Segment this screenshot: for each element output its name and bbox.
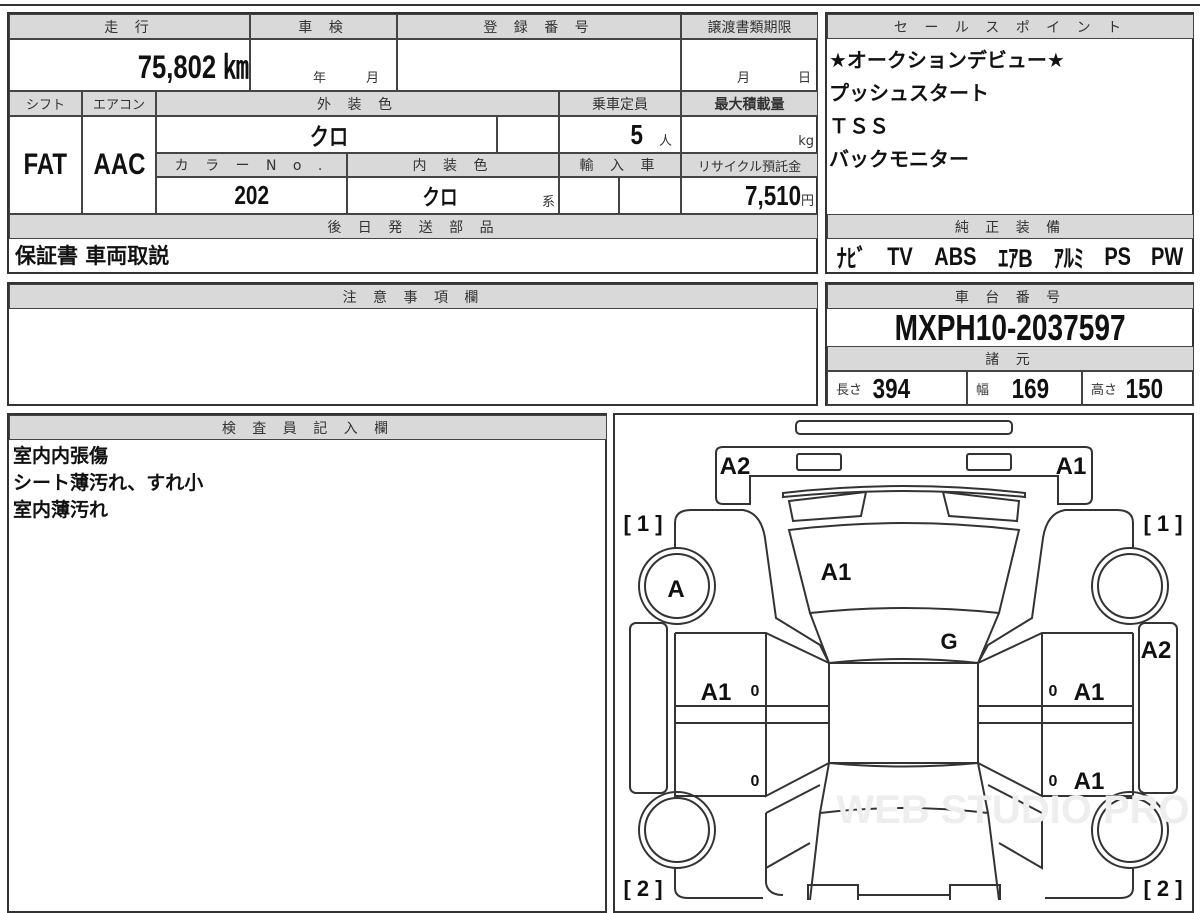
inspection-month-unit: 月 [366, 71, 380, 86]
side-step-left [629, 622, 668, 794]
import-cell-1 [559, 177, 619, 214]
inspector-panel: 検 査 員 記 入 欄 室内内張傷 シート薄汚れ、すれ小 室内薄汚れ [7, 413, 607, 913]
color-no-value: 202 [234, 180, 269, 210]
top-strip [0, 0, 1200, 6]
rear-spoiler [795, 420, 1013, 435]
inspector-note: シート薄汚れ、すれ小 [13, 472, 204, 494]
equipment-list: ﾅﾋﾞ TV ABS ｴｱB ｱﾙﾐ PS PW [827, 240, 1194, 274]
front-bumper [715, 446, 1093, 505]
notes-panel: 注 意 事 項 欄 [7, 282, 818, 406]
damage-mark: A1 [1056, 453, 1087, 480]
inspection-header: 車 検 [250, 14, 397, 39]
height-label: 高さ [1091, 383, 1118, 398]
shift-value: FAT [23, 148, 68, 181]
later-parts-header: 後 日 発 送 部 品 [9, 214, 818, 239]
interior-color-header: 内 装 色 [347, 153, 559, 177]
left-body [674, 509, 830, 899]
inspector-note: 室内薄汚れ [13, 499, 109, 521]
transfer-month-unit: 月 [737, 71, 751, 86]
registration-value [397, 39, 681, 91]
height-value: 150 [1125, 372, 1164, 404]
sales-points-header: セ ー ル ス ポ イ ン ト [827, 14, 1194, 39]
car-damage-diagram: WEB STUDIO PRO A2 A1[ 1 ][ 1 ] A1 A G A2 A1 0 0 A… [613, 413, 1194, 913]
equipment-item: PS [1104, 242, 1131, 271]
ac-header: エアコン [82, 91, 156, 116]
inspector-header: 検 査 員 記 入 欄 [9, 415, 607, 440]
right-body [977, 509, 1134, 899]
damage-mark: 0 [751, 773, 760, 790]
equipment-header: 純 正 装 備 [827, 214, 1194, 239]
equipment-item: ﾅﾋﾞ [837, 245, 868, 273]
damage-mark: A1 [701, 679, 732, 706]
chassis-number: MXPH10-2037597 [894, 306, 1127, 348]
transfer-day-unit: 日 [798, 71, 812, 86]
inspector-note: 室内内張傷 [13, 445, 109, 467]
damage-mark: [ 1 ] [623, 511, 662, 536]
specs-header: 諸 元 [827, 346, 1194, 371]
capacity-unit: 人 [658, 134, 672, 149]
grille [782, 485, 1026, 523]
capacity-header: 乗車定員 [559, 91, 681, 116]
sales-point-item: ★オークションデビュー★ [829, 48, 1065, 72]
length-label: 長さ [836, 383, 863, 398]
notes-header: 注 意 事 項 欄 [9, 284, 818, 309]
exterior-color-value: クロ [309, 124, 349, 151]
rear-bumper [807, 884, 1001, 900]
sales-points-panel: セ ー ル ス ポ イ ン ト ★オークションデビュー★ プッシュスタート ＴＳ… [825, 12, 1194, 274]
exterior-color-header: 外 装 色 [156, 91, 559, 116]
equipment-item: ABS [934, 242, 977, 271]
damage-mark: [ 1 ] [1143, 511, 1182, 536]
damage-mark: [ 2 ] [1143, 876, 1182, 900]
sales-point-item: プッシュスタート [829, 81, 989, 105]
ac-value: AAC [93, 148, 145, 181]
max-load-header: 最大積載量 [681, 91, 818, 116]
damage-mark: A2 [1141, 637, 1172, 664]
damage-mark: [ 2 ] [623, 876, 662, 900]
equipment-item: PW [1151, 242, 1184, 271]
equipment-item: ｱﾙﾐ [1054, 245, 1085, 273]
later-parts-value: 保証書 車両取説 [15, 244, 170, 268]
damage-mark: 0 [751, 683, 760, 700]
damage-mark: A [667, 576, 684, 603]
recycle-fee-value: 7,510 [744, 179, 801, 211]
sales-point-item: ＴＳＳ [829, 114, 889, 138]
width-label: 幅 [976, 383, 990, 398]
mileage-header: 走 行 [9, 14, 250, 39]
headlight-left [796, 453, 842, 471]
damage-mark: A1 [1074, 768, 1105, 795]
import-cell-2 [619, 177, 681, 214]
chassis-panel: 車 台 番 号 MXPH10-2037597 諸 元 長さ 394 幅 169 … [825, 282, 1194, 406]
length-value: 394 [872, 372, 911, 404]
damage-mark: 0 [1049, 773, 1058, 790]
roof [828, 662, 979, 764]
hood-cowl [809, 612, 1000, 665]
vehicle-info-table: 走 行 車 検 登 録 番 号 譲渡書類期限 75,802 ㎞ 年 月 月 日 … [7, 12, 818, 274]
equipment-item: ｴｱB [998, 245, 1034, 273]
shift-header: シフト [9, 91, 82, 116]
capacity-value: 5 [630, 118, 644, 150]
max-load-unit: kg [798, 134, 814, 149]
color-no-header: カ ラ ー N o . [156, 153, 347, 177]
registration-header: 登 録 番 号 [397, 14, 681, 39]
inspection-year-unit: 年 [313, 71, 327, 86]
interior-color-value: クロ [422, 184, 458, 210]
damage-mark: A1 [821, 559, 852, 586]
interior-color-suffix: 系 [542, 195, 556, 210]
transfer-deadline-header: 譲渡書類期限 [681, 14, 818, 39]
damage-mark: G [940, 629, 957, 654]
damage-mark: 0 [1049, 683, 1058, 700]
recycle-unit: 円 [800, 194, 814, 209]
import-header: 輸 入 車 [559, 153, 681, 177]
watermark: WEB STUDIO PRO [836, 788, 1189, 832]
equipment-item: TV [887, 242, 913, 271]
mileage-value: 75,802 ㎞ [137, 49, 249, 85]
sales-point-item: バックモニター [829, 147, 969, 171]
damage-mark: A2 [720, 453, 751, 480]
chassis-header: 車 台 番 号 [827, 284, 1194, 309]
headlight-right [966, 453, 1012, 471]
recycle-header: リサイクル預託金 [681, 153, 818, 177]
width-value: 169 [1011, 372, 1050, 404]
damage-mark: A1 [1074, 679, 1105, 706]
